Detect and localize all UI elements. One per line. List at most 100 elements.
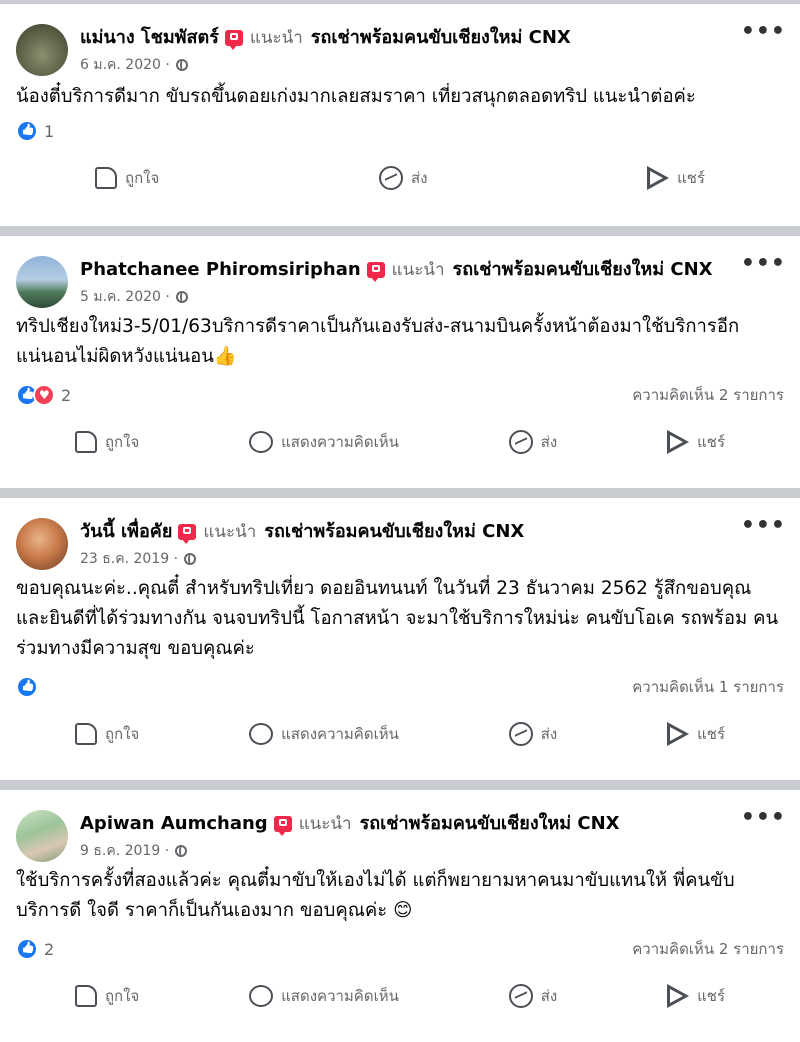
like-reaction-icon xyxy=(16,120,38,142)
recommend-icon xyxy=(224,30,243,50)
post-title-line: Apiwan Aumchang แนะนำ รถเช่าพร้อมคนขับเช… xyxy=(80,812,784,836)
globe-icon xyxy=(175,59,188,71)
reaction-count: 2 xyxy=(61,385,72,405)
post-text: น้องตี๋บริการดีมาก ขับรถขึ้นดอยเก่งมากเล… xyxy=(16,86,696,107)
send-button[interactable]: ส่ง xyxy=(508,722,558,746)
recommend-icon xyxy=(366,262,385,282)
reaction-summary[interactable]: 1 xyxy=(16,120,54,142)
share-label: แชร์ xyxy=(697,987,726,1005)
review-post: Apiwan Aumchang แนะนำ รถเช่าพร้อมคนขับเช… xyxy=(0,790,800,1042)
like-label: ถูกใจ xyxy=(104,987,140,1005)
post-actions: ถูกใจ ส่ง แชร์ xyxy=(0,146,800,210)
like-reaction-icon xyxy=(16,938,38,960)
send-label: ส่ง xyxy=(540,987,558,1005)
avatar[interactable] xyxy=(16,518,68,570)
post-date[interactable]: 5 ม.ค. 2020 · xyxy=(80,287,170,307)
globe-icon xyxy=(175,291,188,303)
recommends-label: แนะนำ xyxy=(391,260,445,280)
like-button[interactable]: ถูกใจ xyxy=(74,430,140,454)
reactions-bar: 2 ความคิดเห็น 2 รายการ xyxy=(0,934,800,964)
post-header-info: วันนี้ เพื่อคัย แนะนำ รถเช่าพร้อมคนขับเช… xyxy=(80,518,784,569)
post-text: ใช้บริการครั้งที่สองแล้วค่ะ คุณตี๋มาขับใ… xyxy=(16,870,735,921)
messenger-icon xyxy=(378,166,403,190)
reactions-bar: 2 ความคิดเห็น 2 รายการ xyxy=(0,380,800,410)
messenger-icon xyxy=(508,430,533,454)
share-label: แชร์ xyxy=(677,169,705,187)
comments-count[interactable]: ความคิดเห็น 1 รายการ xyxy=(632,675,784,699)
comment-icon xyxy=(249,723,274,745)
share-button[interactable]: แชร์ xyxy=(647,166,705,190)
post-header: วันนี้ เพื่อคัย แนะนำ รถเช่าพร้อมคนขับเช… xyxy=(0,498,800,570)
avatar[interactable] xyxy=(16,24,68,76)
share-label: แชร์ xyxy=(697,433,726,451)
page-name[interactable]: รถเช่าพร้อมคนขับเชียงใหม่ CNX xyxy=(360,812,620,836)
like-button[interactable]: ถูกใจ xyxy=(74,722,140,746)
recommends-label: แนะนำ xyxy=(203,522,257,542)
messenger-icon xyxy=(508,722,533,746)
reactions-bar: 1 xyxy=(0,116,800,146)
reaction-summary[interactable] xyxy=(16,676,44,698)
review-post: Phatchanee Phiromsiriphan แนะนำ รถเช่าพร… xyxy=(0,236,800,488)
author-name[interactable]: Apiwan Aumchang xyxy=(80,812,268,836)
post-date[interactable]: 23 ธ.ค. 2019 · xyxy=(80,549,178,569)
thumbs-up-icon xyxy=(74,723,97,745)
messenger-icon xyxy=(508,984,533,1008)
comment-button[interactable]: แสดงความคิดเห็น xyxy=(249,984,399,1008)
send-button[interactable]: ส่ง xyxy=(508,984,558,1008)
page-name[interactable]: รถเช่าพร้อมคนขับเชียงใหม่ CNX xyxy=(453,258,713,282)
like-button[interactable]: ถูกใจ xyxy=(95,166,159,190)
comment-label: แสดงความคิดเห็น xyxy=(281,725,399,743)
share-button[interactable]: แชร์ xyxy=(667,430,725,454)
share-icon xyxy=(647,166,670,190)
post-actions: ถูกใจ แสดงความคิดเห็น ส่ง แชร์ xyxy=(0,702,800,766)
post-header: Phatchanee Phiromsiriphan แนะนำ รถเช่าพร… xyxy=(0,236,800,308)
comment-label: แสดงความคิดเห็น xyxy=(281,433,399,451)
send-label: ส่ง xyxy=(540,433,558,451)
like-button[interactable]: ถูกใจ xyxy=(74,984,140,1008)
comment-button[interactable]: แสดงความคิดเห็น xyxy=(249,430,399,454)
comment-label: แสดงความคิดเห็น xyxy=(281,987,399,1005)
post-header-info: Apiwan Aumchang แนะนำ รถเช่าพร้อมคนขับเช… xyxy=(80,810,784,861)
page-name[interactable]: รถเช่าพร้อมคนขับเชียงใหม่ CNX xyxy=(264,520,524,544)
recommend-icon xyxy=(273,816,292,836)
send-label: ส่ง xyxy=(540,725,558,743)
more-options-icon[interactable]: ••• xyxy=(741,515,786,537)
more-options-icon[interactable]: ••• xyxy=(741,807,786,829)
avatar[interactable] xyxy=(16,810,68,862)
author-name[interactable]: Phatchanee Phiromsiriphan xyxy=(80,258,361,282)
send-label: ส่ง xyxy=(410,169,428,187)
like-reaction-icon xyxy=(16,676,38,698)
post-meta: 6 ม.ค. 2020 · xyxy=(80,55,784,75)
review-post: วันนี้ เพื่อคัย แนะนำ รถเช่าพร้อมคนขับเช… xyxy=(0,498,800,780)
reaction-summary[interactable]: 2 xyxy=(16,384,71,406)
share-button[interactable]: แชร์ xyxy=(667,722,725,746)
post-header-info: Phatchanee Phiromsiriphan แนะนำ รถเช่าพร… xyxy=(80,256,784,307)
page-name[interactable]: รถเช่าพร้อมคนขับเชียงใหม่ CNX xyxy=(311,26,571,50)
like-label: ถูกใจ xyxy=(104,433,140,451)
reaction-summary[interactable]: 2 xyxy=(16,938,54,960)
post-actions: ถูกใจ แสดงความคิดเห็น ส่ง แชร์ xyxy=(0,964,800,1028)
recommend-icon xyxy=(178,524,197,544)
share-icon xyxy=(667,722,690,746)
send-button[interactable]: ส่ง xyxy=(508,430,558,454)
thumbs-up-icon xyxy=(95,167,117,189)
comment-button[interactable]: แสดงความคิดเห็น xyxy=(249,722,399,746)
post-date[interactable]: 9 ธ.ค. 2019 · xyxy=(80,841,169,861)
more-options-icon[interactable]: ••• xyxy=(741,21,786,43)
like-label: ถูกใจ xyxy=(104,725,140,743)
post-header: Apiwan Aumchang แนะนำ รถเช่าพร้อมคนขับเช… xyxy=(0,790,800,862)
review-feed: แม่นาง โชมพัสตร์ แนะนำ รถเช่าพร้อมคนขับเ… xyxy=(0,4,800,1042)
author-name[interactable]: แม่นาง โชมพัสตร์ xyxy=(80,26,219,50)
more-options-icon[interactable]: ••• xyxy=(741,253,786,275)
send-button[interactable]: ส่ง xyxy=(378,166,428,190)
post-text: ทริปเชียงใหม่3-5/01/63บริการดีราคาเป็นกั… xyxy=(16,316,740,367)
post-meta: 5 ม.ค. 2020 · xyxy=(80,287,784,307)
recommends-label: แนะนำ xyxy=(249,28,303,48)
post-date[interactable]: 6 ม.ค. 2020 · xyxy=(80,55,170,75)
author-name[interactable]: วันนี้ เพื่อคัย xyxy=(80,520,172,544)
comments-count[interactable]: ความคิดเห็น 2 รายการ xyxy=(632,383,784,407)
comments-count[interactable]: ความคิดเห็น 2 รายการ xyxy=(632,937,784,961)
share-button[interactable]: แชร์ xyxy=(667,984,725,1008)
post-meta: 9 ธ.ค. 2019 · xyxy=(80,841,784,861)
avatar[interactable] xyxy=(16,256,68,308)
